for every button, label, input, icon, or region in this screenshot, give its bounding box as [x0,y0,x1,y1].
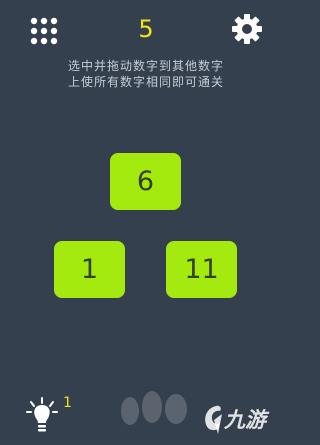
menu-grid-button[interactable] [29,17,59,45]
number-tile-top[interactable]: 6 [110,153,181,210]
number-tile-right[interactable]: 11 [166,241,237,298]
number-tile-left[interactable]: 1 [54,241,125,298]
lightbulb-icon [26,397,58,432]
grid-dots-icon [30,17,58,45]
settings-button[interactable] [230,12,264,46]
watermark-text: 九游 [224,408,266,432]
instructions-line-2: 上使所有数字相同即可通关 [67,75,224,89]
hint-count: 1 [63,395,72,411]
hint-button[interactable] [25,396,59,434]
instructions-text: 选中并拖动数字到其他数字 上使所有数字相同即可通关 [20,58,272,90]
gear-icon [232,14,262,44]
level-number: 5 [138,15,154,43]
background-silhouette [118,385,198,430]
watermark-logo: 九游 [198,398,288,440]
instructions-line-1: 选中并拖动数字到其他数字 [67,59,224,73]
